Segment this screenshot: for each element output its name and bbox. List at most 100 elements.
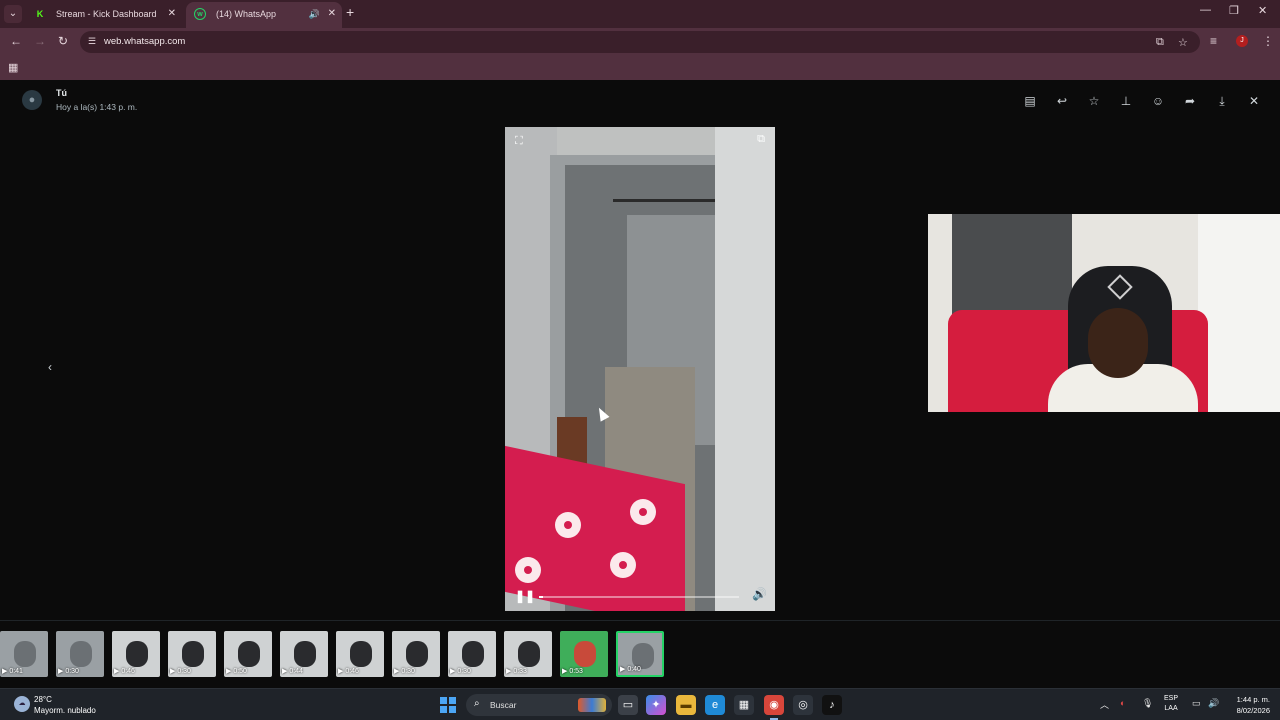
media-thumbnail[interactable]: ▶ 0:46 [112,631,160,677]
install-app-icon[interactable]: ⧉ [1156,36,1164,49]
weather-icon[interactable]: ☁ [14,696,30,712]
file-explorer-icon[interactable]: ▬ [676,695,696,715]
forward-icon[interactable]: → [34,34,46,48]
restore-icon[interactable]: ❐ [1229,4,1239,17]
region-code: LAA [1164,705,1178,712]
window-close-icon[interactable]: ✕ [1258,4,1267,17]
media-thumbnail[interactable]: ▶ 0:40 [616,631,664,677]
media-viewer: ● Tú Hoy a la(s) 1:43 p. m. ▤ ↩ ☆ ⊥ ☺ ➦ … [0,80,1280,688]
download-icon[interactable]: ⤓ [1213,92,1231,110]
microsoft-store-icon[interactable]: ▦ [734,695,754,715]
taskbar-search[interactable]: ⌕ Buscar [466,694,612,716]
thumbnail-preview [350,641,372,667]
browser-toolbar: ← → ↻ ☰ web.whatsapp.com ⧉ ☆ ≡ J ⋮ [0,28,1280,56]
language-code: ESP [1164,695,1179,702]
obs-studio-icon[interactable]: ◎ [793,695,813,715]
media-thumbnail[interactable]: ▶ 0:33 [504,631,552,677]
picture-in-picture-icon[interactable]: ⧉ [757,133,765,146]
microphone-icon[interactable]: 🎙 [1142,698,1153,709]
windows-taskbar: ☁ 28°C Mayorm. nublado ⌕ Buscar ▭ ✦ ▬ e … [0,688,1280,720]
new-tab-button[interactable]: + [346,4,354,20]
clock-date: 8/02/2026 [1236,706,1270,715]
pin-icon[interactable]: ⊥ [1117,92,1135,110]
media-thumbnail-strip: ▶ 0:41 ▶ 0:30 ▶ 0:46 ▶ 0:30 ▶ 0:50 ▶ 0:44 ▶ 0:… [0,620,1280,688]
thumbnail-preview [70,641,92,667]
kick-favicon-icon: K [36,9,44,19]
thumbnail-preview [294,641,316,667]
chrome-icon[interactable]: ◉ [764,695,784,715]
reload-icon[interactable]: ↻ [58,34,68,48]
previous-media-button[interactable]: ‹ [42,360,58,378]
bookmark-star-icon[interactable]: ☆ [1178,36,1188,49]
seek-bar[interactable] [539,596,739,598]
back-icon[interactable]: ← [10,34,22,48]
tray-app-icon[interactable]: ◐ [1120,698,1125,708]
message-icon[interactable]: ▤ [1021,92,1039,110]
tab-whatsapp[interactable]: w (14) WhatsApp 🔊 ✕ [186,2,342,28]
thumbnail-duration: ▶ 0:30 [450,668,471,675]
edge-browser-icon[interactable]: e [705,695,725,715]
network-icon[interactable]: ▭ [1192,698,1201,709]
task-view-icon[interactable]: ▭ [618,695,638,715]
thumbnail-preview [518,641,540,667]
thumbnail-preview [406,641,428,667]
video-player[interactable]: ⛶ ⧉ ❚❚ 🔊 [505,127,775,611]
tab-search-button[interactable]: ⌄ [4,5,22,23]
tab-title: Stream - Kick Dashboard [56,9,157,19]
search-placeholder: Buscar [490,700,517,710]
language-indicator[interactable]: ESP LAA [1164,694,1178,714]
media-thumbnail[interactable]: ▶ 0:46 [336,631,384,677]
minimize-icon[interactable]: — [1200,4,1211,16]
streamer-webcam-overlay [928,214,1280,412]
tab-audio-icon[interactable]: 🔊 [309,2,320,26]
media-thumbnail[interactable]: ▶ 0:41 [0,631,48,677]
forward-icon[interactable]: ➦ [1181,92,1199,110]
pause-icon[interactable]: ❚❚ [515,589,535,603]
media-thumbnail[interactable]: ▶ 0:44 [280,631,328,677]
thumbnail-preview [238,641,260,667]
thumbnail-duration: ▶ 0:44 [282,668,303,675]
profile-avatar[interactable]: J [1236,35,1248,47]
copilot-icon[interactable]: ✦ [646,695,666,715]
close-tab-icon[interactable]: ✕ [168,2,176,26]
star-icon[interactable]: ☆ [1085,92,1103,110]
media-thumbnail[interactable]: ▶ 0:50 [224,631,272,677]
close-tab-icon[interactable]: ✕ [328,2,336,26]
url-text[interactable]: web.whatsapp.com [104,36,185,47]
thumbnail-duration: ▶ 0:40 [620,666,641,673]
media-thumbnail[interactable]: ▶ 0:53 [560,631,608,677]
thumbnail-duration: ▶ 0:46 [338,668,359,675]
thumbnail-preview [126,641,148,667]
thumbnail-duration: ▶ 0:30 [170,668,191,675]
sender-avatar[interactable]: ● [22,90,42,110]
media-thumbnail[interactable]: ▶ 0:30 [392,631,440,677]
site-info-icon[interactable]: ☰ [88,36,96,47]
video-controls: ❚❚ 🔊 [505,583,775,611]
thumbnail-duration: ▶ 0:41 [2,668,23,675]
sender-name: Tú [56,88,67,98]
apps-grid-icon[interactable]: ▦ [8,61,18,74]
tiktok-icon[interactable]: ♪ [822,695,842,715]
speaker-icon[interactable]: 🔊 [1208,698,1219,709]
media-thumbnail[interactable]: ▶ 0:30 [168,631,216,677]
close-icon[interactable]: ✕ [1245,92,1263,110]
show-hidden-icons-chevron-icon[interactable]: ︿ [1100,698,1109,711]
system-clock[interactable]: 1:44 p. m. 8/02/2026 [1228,694,1270,716]
fullscreen-icon[interactable]: ⛶ [515,135,523,148]
search-highlight-image [578,698,606,712]
reply-icon[interactable]: ↩ [1053,92,1071,110]
thumbnail-preview [574,641,596,667]
tab-kick-dashboard[interactable]: K Stream - Kick Dashboard ✕ [26,2,182,28]
start-menu-button[interactable] [440,697,456,713]
media-thumbnail[interactable]: ▶ 0:30 [448,631,496,677]
volume-icon[interactable]: 🔊 [752,587,767,601]
weather-temperature[interactable]: 28°C [34,695,52,704]
media-control-icon[interactable]: ≡ [1210,34,1217,48]
emoji-icon[interactable]: ☺ [1149,92,1167,110]
media-thumbnail[interactable]: ▶ 0:30 [56,631,104,677]
thumbnail-preview [14,641,36,667]
weather-description[interactable]: Mayorm. nublado [34,706,96,715]
address-bar[interactable]: ☰ web.whatsapp.com ⧉ ☆ [80,31,1200,53]
sender-timestamp: Hoy a la(s) 1:43 p. m. [56,102,138,112]
menu-kebab-icon[interactable]: ⋮ [1262,34,1274,48]
